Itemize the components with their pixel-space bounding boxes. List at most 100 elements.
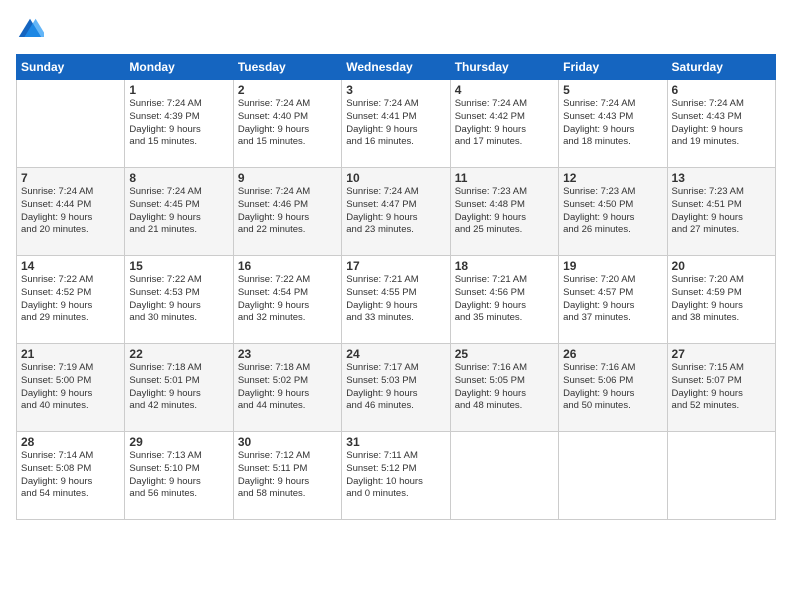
logo [16, 16, 48, 44]
day-cell: 12Sunrise: 7:23 AMSunset: 4:50 PMDayligh… [559, 168, 667, 256]
day-info: Sunrise: 7:23 AMSunset: 4:50 PMDaylight:… [563, 186, 662, 237]
day-number: 27 [672, 347, 771, 361]
day-info: Sunrise: 7:22 AMSunset: 4:53 PMDaylight:… [129, 274, 228, 325]
page: SundayMondayTuesdayWednesdayThursdayFrid… [0, 0, 792, 612]
day-cell: 31Sunrise: 7:11 AMSunset: 5:12 PMDayligh… [342, 432, 450, 520]
day-number: 16 [238, 259, 337, 273]
day-info: Sunrise: 7:23 AMSunset: 4:48 PMDaylight:… [455, 186, 554, 237]
day-cell: 16Sunrise: 7:22 AMSunset: 4:54 PMDayligh… [233, 256, 341, 344]
day-number: 19 [563, 259, 662, 273]
day-cell: 4Sunrise: 7:24 AMSunset: 4:42 PMDaylight… [450, 80, 558, 168]
day-number: 25 [455, 347, 554, 361]
day-number: 6 [672, 83, 771, 97]
day-info: Sunrise: 7:24 AMSunset: 4:40 PMDaylight:… [238, 98, 337, 149]
day-cell: 15Sunrise: 7:22 AMSunset: 4:53 PMDayligh… [125, 256, 233, 344]
day-info: Sunrise: 7:24 AMSunset: 4:43 PMDaylight:… [563, 98, 662, 149]
day-number: 28 [21, 435, 120, 449]
day-cell: 3Sunrise: 7:24 AMSunset: 4:41 PMDaylight… [342, 80, 450, 168]
day-number: 12 [563, 171, 662, 185]
day-number: 20 [672, 259, 771, 273]
day-info: Sunrise: 7:17 AMSunset: 5:03 PMDaylight:… [346, 362, 445, 413]
day-cell: 23Sunrise: 7:18 AMSunset: 5:02 PMDayligh… [233, 344, 341, 432]
day-cell: 13Sunrise: 7:23 AMSunset: 4:51 PMDayligh… [667, 168, 775, 256]
day-cell: 19Sunrise: 7:20 AMSunset: 4:57 PMDayligh… [559, 256, 667, 344]
week-row-2: 7Sunrise: 7:24 AMSunset: 4:44 PMDaylight… [17, 168, 776, 256]
col-header-friday: Friday [559, 55, 667, 80]
day-number: 3 [346, 83, 445, 97]
day-info: Sunrise: 7:24 AMSunset: 4:39 PMDaylight:… [129, 98, 228, 149]
day-number: 18 [455, 259, 554, 273]
day-cell: 20Sunrise: 7:20 AMSunset: 4:59 PMDayligh… [667, 256, 775, 344]
day-info: Sunrise: 7:12 AMSunset: 5:11 PMDaylight:… [238, 450, 337, 501]
day-cell: 17Sunrise: 7:21 AMSunset: 4:55 PMDayligh… [342, 256, 450, 344]
day-info: Sunrise: 7:21 AMSunset: 4:55 PMDaylight:… [346, 274, 445, 325]
day-cell: 25Sunrise: 7:16 AMSunset: 5:05 PMDayligh… [450, 344, 558, 432]
day-cell: 8Sunrise: 7:24 AMSunset: 4:45 PMDaylight… [125, 168, 233, 256]
day-cell: 10Sunrise: 7:24 AMSunset: 4:47 PMDayligh… [342, 168, 450, 256]
logo-icon [16, 16, 44, 44]
day-info: Sunrise: 7:24 AMSunset: 4:46 PMDaylight:… [238, 186, 337, 237]
day-cell: 6Sunrise: 7:24 AMSunset: 4:43 PMDaylight… [667, 80, 775, 168]
day-info: Sunrise: 7:24 AMSunset: 4:43 PMDaylight:… [672, 98, 771, 149]
calendar-table: SundayMondayTuesdayWednesdayThursdayFrid… [16, 54, 776, 520]
day-number: 31 [346, 435, 445, 449]
col-header-wednesday: Wednesday [342, 55, 450, 80]
day-number: 11 [455, 171, 554, 185]
day-info: Sunrise: 7:11 AMSunset: 5:12 PMDaylight:… [346, 450, 445, 501]
col-header-thursday: Thursday [450, 55, 558, 80]
day-number: 7 [21, 171, 120, 185]
day-cell: 27Sunrise: 7:15 AMSunset: 5:07 PMDayligh… [667, 344, 775, 432]
day-cell: 24Sunrise: 7:17 AMSunset: 5:03 PMDayligh… [342, 344, 450, 432]
day-info: Sunrise: 7:20 AMSunset: 4:59 PMDaylight:… [672, 274, 771, 325]
day-cell: 1Sunrise: 7:24 AMSunset: 4:39 PMDaylight… [125, 80, 233, 168]
day-number: 24 [346, 347, 445, 361]
day-info: Sunrise: 7:13 AMSunset: 5:10 PMDaylight:… [129, 450, 228, 501]
day-info: Sunrise: 7:14 AMSunset: 5:08 PMDaylight:… [21, 450, 120, 501]
day-info: Sunrise: 7:24 AMSunset: 4:45 PMDaylight:… [129, 186, 228, 237]
day-info: Sunrise: 7:22 AMSunset: 4:54 PMDaylight:… [238, 274, 337, 325]
day-info: Sunrise: 7:22 AMSunset: 4:52 PMDaylight:… [21, 274, 120, 325]
day-number: 29 [129, 435, 228, 449]
day-cell: 11Sunrise: 7:23 AMSunset: 4:48 PMDayligh… [450, 168, 558, 256]
day-cell: 9Sunrise: 7:24 AMSunset: 4:46 PMDaylight… [233, 168, 341, 256]
day-info: Sunrise: 7:24 AMSunset: 4:47 PMDaylight:… [346, 186, 445, 237]
day-number: 10 [346, 171, 445, 185]
day-info: Sunrise: 7:24 AMSunset: 4:41 PMDaylight:… [346, 98, 445, 149]
day-info: Sunrise: 7:24 AMSunset: 4:44 PMDaylight:… [21, 186, 120, 237]
day-number: 21 [21, 347, 120, 361]
day-cell: 7Sunrise: 7:24 AMSunset: 4:44 PMDaylight… [17, 168, 125, 256]
day-cell: 18Sunrise: 7:21 AMSunset: 4:56 PMDayligh… [450, 256, 558, 344]
day-number: 26 [563, 347, 662, 361]
day-number: 2 [238, 83, 337, 97]
day-number: 30 [238, 435, 337, 449]
day-info: Sunrise: 7:21 AMSunset: 4:56 PMDaylight:… [455, 274, 554, 325]
day-cell: 14Sunrise: 7:22 AMSunset: 4:52 PMDayligh… [17, 256, 125, 344]
day-cell: 2Sunrise: 7:24 AMSunset: 4:40 PMDaylight… [233, 80, 341, 168]
day-number: 4 [455, 83, 554, 97]
day-cell: 26Sunrise: 7:16 AMSunset: 5:06 PMDayligh… [559, 344, 667, 432]
day-info: Sunrise: 7:15 AMSunset: 5:07 PMDaylight:… [672, 362, 771, 413]
day-cell [450, 432, 558, 520]
day-info: Sunrise: 7:24 AMSunset: 4:42 PMDaylight:… [455, 98, 554, 149]
week-row-5: 28Sunrise: 7:14 AMSunset: 5:08 PMDayligh… [17, 432, 776, 520]
day-number: 8 [129, 171, 228, 185]
week-row-3: 14Sunrise: 7:22 AMSunset: 4:52 PMDayligh… [17, 256, 776, 344]
week-row-1: 1Sunrise: 7:24 AMSunset: 4:39 PMDaylight… [17, 80, 776, 168]
week-row-4: 21Sunrise: 7:19 AMSunset: 5:00 PMDayligh… [17, 344, 776, 432]
day-cell: 30Sunrise: 7:12 AMSunset: 5:11 PMDayligh… [233, 432, 341, 520]
day-info: Sunrise: 7:20 AMSunset: 4:57 PMDaylight:… [563, 274, 662, 325]
day-number: 5 [563, 83, 662, 97]
col-header-sunday: Sunday [17, 55, 125, 80]
day-info: Sunrise: 7:16 AMSunset: 5:05 PMDaylight:… [455, 362, 554, 413]
col-header-monday: Monday [125, 55, 233, 80]
day-info: Sunrise: 7:18 AMSunset: 5:02 PMDaylight:… [238, 362, 337, 413]
day-number: 22 [129, 347, 228, 361]
day-cell [559, 432, 667, 520]
day-info: Sunrise: 7:18 AMSunset: 5:01 PMDaylight:… [129, 362, 228, 413]
day-cell: 28Sunrise: 7:14 AMSunset: 5:08 PMDayligh… [17, 432, 125, 520]
day-number: 13 [672, 171, 771, 185]
day-cell [667, 432, 775, 520]
col-header-tuesday: Tuesday [233, 55, 341, 80]
day-number: 1 [129, 83, 228, 97]
day-cell: 5Sunrise: 7:24 AMSunset: 4:43 PMDaylight… [559, 80, 667, 168]
